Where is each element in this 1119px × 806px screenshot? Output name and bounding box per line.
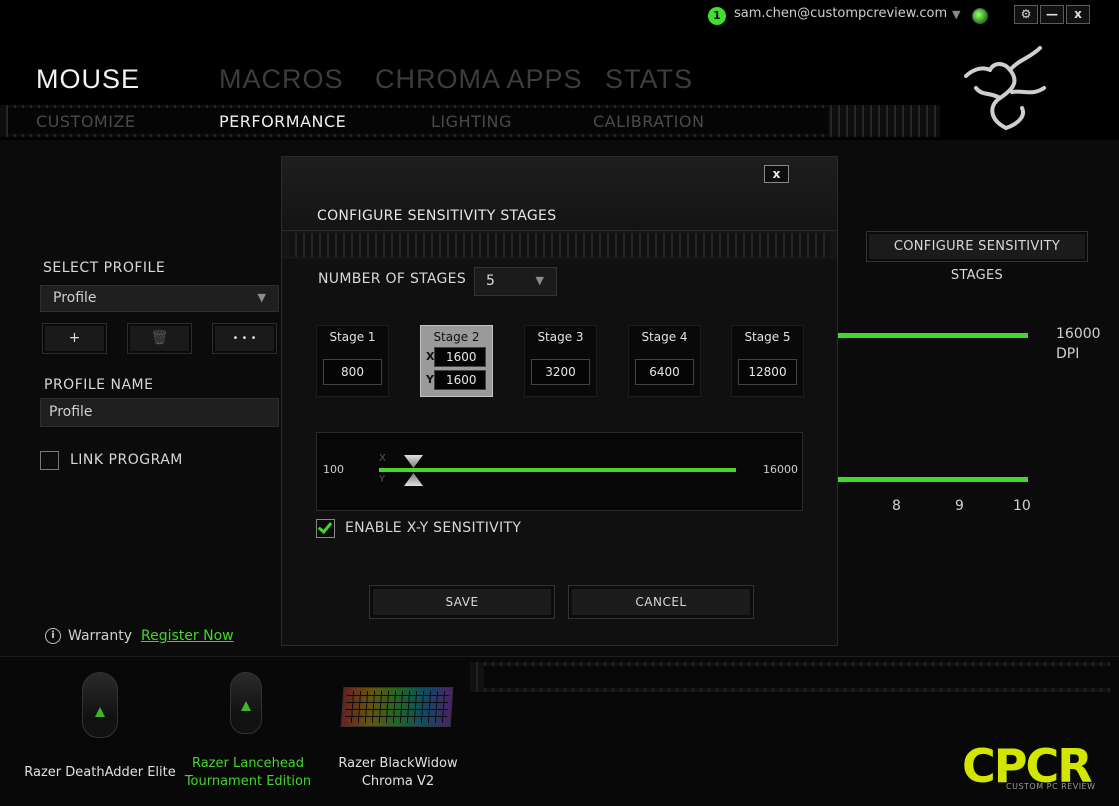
- stage-name: Stage 4: [641, 330, 688, 344]
- notification-badge[interactable]: 1: [708, 7, 726, 25]
- razer-synapse-window: 1 sam.chen@custompcreview.com ▼ ⚙ — x MO…: [0, 0, 1119, 806]
- configure-sensitivity-stages-button[interactable]: CONFIGURE SENSITIVITY STAGES: [866, 231, 1088, 283]
- number-of-stages-select[interactable]: 5 ▼: [474, 267, 557, 296]
- delete-profile-button[interactable]: 🗑: [127, 323, 192, 354]
- window-controls: ⚙ — x: [1014, 5, 1090, 24]
- sensitivity-bar-x: [838, 333, 1028, 338]
- sensitivity-stages-dialog: x CONFIGURE SENSITIVITY STAGES NUMBER OF…: [281, 156, 838, 646]
- lancehead-mouse-icon[interactable]: [230, 672, 262, 734]
- register-now-link[interactable]: Register Now: [141, 628, 234, 644]
- profile-name-label: PROFILE NAME: [44, 377, 154, 393]
- online-status-icon: [972, 8, 988, 24]
- stage-1-card[interactable]: Stage 1 800: [316, 325, 389, 397]
- select-profile-label: SELECT PROFILE: [43, 260, 166, 276]
- number-of-stages-label: NUMBER OF STAGES: [318, 271, 467, 287]
- tab-chroma-apps[interactable]: CHROMA APPS: [375, 64, 583, 95]
- blackwidow-keyboard-icon[interactable]: [340, 687, 454, 727]
- profile-select[interactable]: Profile ▼: [40, 285, 279, 312]
- profile-select-value: Profile: [53, 290, 97, 306]
- main-tabs: MOUSE MACROS CHROMA APPS STATS: [36, 64, 936, 104]
- sensitivity-bar-y: [838, 477, 1028, 482]
- dialog-divider: [289, 233, 830, 257]
- chevron-down-icon: ▼: [535, 274, 544, 287]
- device-name-line1: Razer DeathAdder Elite: [24, 765, 176, 780]
- number-of-stages-value: 5: [486, 273, 495, 289]
- more-options-button[interactable]: • • •: [212, 323, 277, 354]
- sensitivity-slider-track[interactable]: [379, 468, 736, 472]
- tab-mouse[interactable]: MOUSE: [36, 64, 140, 95]
- stage-name: Stage 1: [329, 330, 376, 344]
- info-icon: i: [45, 628, 61, 644]
- slider-min-label: 100: [323, 463, 344, 476]
- chevron-down-icon: ▼: [257, 291, 266, 304]
- dialog-title: CONFIGURE SENSITIVITY STAGES: [317, 208, 557, 224]
- dialog-header: x CONFIGURE SENSITIVITY STAGES: [282, 157, 837, 231]
- warranty-label: Warranty: [68, 628, 133, 644]
- stage-3-dpi-input[interactable]: 3200: [531, 359, 590, 385]
- stage-1-dpi-input[interactable]: 800: [323, 359, 382, 385]
- stage-tick-label: 8: [892, 498, 901, 514]
- subtab-performance[interactable]: PERFORMANCE: [219, 112, 346, 131]
- y-axis-tag: Y: [426, 373, 434, 386]
- minimize-button[interactable]: —: [1040, 5, 1064, 24]
- slider-x-handle[interactable]: [404, 455, 423, 468]
- device-name-line2: Chroma V2: [361, 774, 435, 789]
- stage-tick-label: 9: [955, 498, 964, 514]
- dialog-close-button[interactable]: x: [764, 165, 789, 183]
- stage-2-x-dpi-input[interactable]: 1600: [434, 347, 486, 367]
- slider-y-label: Y: [379, 474, 386, 485]
- stage-tick-label: 10: [1013, 498, 1031, 514]
- stage-3-card[interactable]: Stage 3 3200: [524, 325, 597, 397]
- subtab-customize[interactable]: CUSTOMIZE: [36, 112, 136, 131]
- device-lancehead-tournament[interactable]: Razer Lancehead Tournament Edition: [168, 755, 328, 791]
- device-tray-decoration: [470, 662, 1110, 692]
- user-menu-caret-icon[interactable]: ▼: [952, 8, 960, 21]
- enable-xy-label: ENABLE X-Y SENSITIVITY: [345, 520, 522, 536]
- device-name-line2: Tournament Edition: [184, 774, 312, 789]
- tab-macros[interactable]: MACROS: [219, 64, 344, 95]
- user-email[interactable]: sam.chen@custompcreview.com: [734, 6, 947, 21]
- cancel-button[interactable]: CANCEL: [568, 585, 754, 619]
- stage-name: Stage 2: [433, 330, 480, 344]
- device-blackwidow-chroma[interactable]: Razer BlackWidow Chroma V2: [318, 755, 478, 791]
- slider-x-label: X: [379, 453, 386, 464]
- sensitivity-slider-panel: 100 X Y 16000: [316, 432, 803, 511]
- cpcr-logo-subtext: CUSTOM PC REVIEW: [1006, 782, 1096, 791]
- stage-4-card[interactable]: Stage 4 6400: [628, 325, 701, 397]
- close-window-button[interactable]: x: [1066, 5, 1090, 24]
- stage-2-y-dpi-input[interactable]: 1600: [434, 370, 486, 390]
- stage-name: Stage 3: [537, 330, 584, 344]
- razer-snake-logo-icon: [964, 46, 1046, 130]
- stage-5-dpi-input[interactable]: 12800: [738, 359, 797, 385]
- tab-stats[interactable]: STATS: [605, 64, 693, 95]
- link-program-checkbox[interactable]: [40, 451, 59, 470]
- slider-y-handle[interactable]: [404, 473, 423, 486]
- stage-name: Stage 5: [744, 330, 791, 344]
- enable-xy-checkbox[interactable]: [316, 518, 335, 538]
- top-bar: 1 sam.chen@custompcreview.com ▼ ⚙ — x MO…: [0, 0, 1119, 140]
- stage-4-dpi-input[interactable]: 6400: [635, 359, 694, 385]
- save-button[interactable]: SAVE: [369, 585, 555, 619]
- settings-button[interactable]: ⚙: [1014, 5, 1038, 24]
- device-name-line1: Razer BlackWidow: [338, 756, 458, 771]
- subtab-calibration[interactable]: CALIBRATION: [593, 112, 704, 131]
- profile-name-input[interactable]: Profile: [40, 398, 279, 427]
- subtab-lighting[interactable]: LIGHTING: [431, 112, 512, 131]
- device-name-line1: Razer Lancehead: [191, 756, 305, 771]
- checkmark-icon: [317, 518, 333, 535]
- link-program-label: LINK PROGRAM: [70, 452, 183, 468]
- deathadder-mouse-icon[interactable]: [82, 672, 118, 738]
- stage-5-card[interactable]: Stage 5 12800: [731, 325, 804, 397]
- stage-2-card[interactable]: Stage 2 X 1600 Y 1600: [420, 325, 493, 397]
- max-dpi-value: 16000: [1056, 326, 1101, 342]
- slider-max-label: 16000: [763, 463, 798, 476]
- add-profile-button[interactable]: +: [42, 323, 107, 354]
- dpi-unit-label: DPI: [1056, 346, 1080, 362]
- device-deathadder-elite[interactable]: Razer DeathAdder Elite: [20, 764, 180, 782]
